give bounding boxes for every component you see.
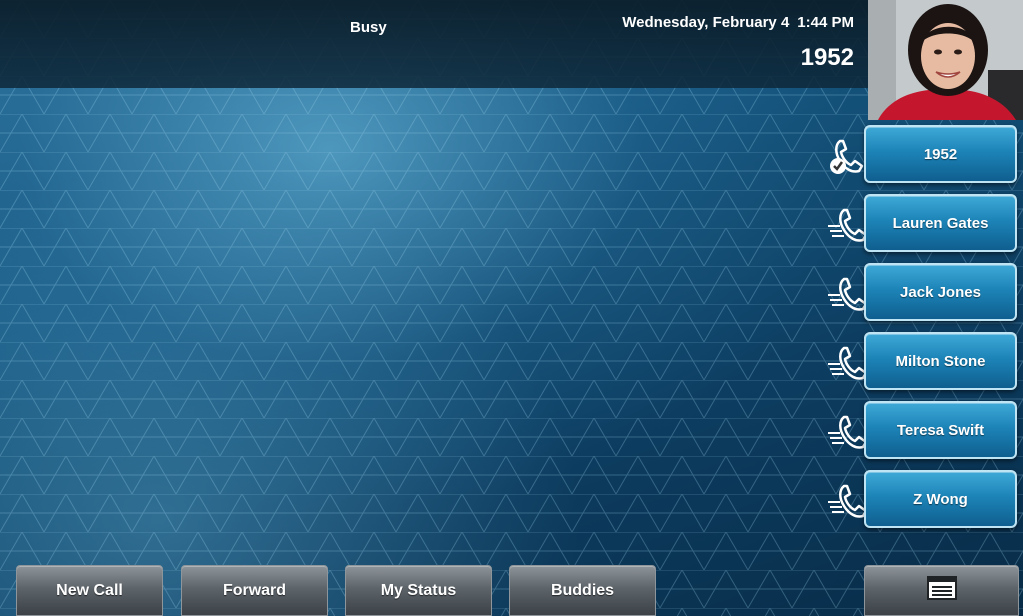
line-key-button[interactable]: 1952 <box>864 125 1017 183</box>
phone-speed-dial-icon <box>826 342 868 382</box>
date-label: Wednesday, February 4 <box>622 14 790 31</box>
phone-speed-dial-icon <box>826 204 868 244</box>
line-key-milton-stone[interactable]: Milton Stone <box>822 330 1023 392</box>
menu-button[interactable] <box>864 565 1019 616</box>
date-time: Wednesday, February 4 1:44 PM <box>622 14 854 31</box>
line-key-button[interactable]: Z Wong <box>864 470 1017 528</box>
menu-list-icon <box>926 576 957 605</box>
line-key-z-wong[interactable]: Z Wong <box>822 468 1023 530</box>
new-call-button[interactable]: New Call <box>16 565 163 616</box>
line-key-button[interactable]: Jack Jones <box>864 263 1017 321</box>
line-key-button[interactable]: Teresa Swift <box>864 401 1017 459</box>
contact-video-feed <box>868 0 1023 120</box>
my-status-button[interactable]: My Status <box>345 565 492 616</box>
phone-speed-dial-icon <box>826 273 868 313</box>
contact-portrait <box>868 0 1023 120</box>
line-key-teresa-swift[interactable]: Teresa Swift <box>822 399 1023 461</box>
line-key-button[interactable]: Milton Stone <box>864 332 1017 390</box>
extension-number: 1952 <box>800 44 854 71</box>
line-key-button[interactable]: Lauren Gates <box>864 194 1017 252</box>
buddies-button[interactable]: Buddies <box>509 565 656 616</box>
phone-speed-dial-icon <box>826 411 868 451</box>
status-bar: Busy Wednesday, February 4 1:44 PM 1952 <box>0 0 868 88</box>
phone-home-screen: Busy Wednesday, February 4 1:44 PM 1952 <box>0 0 1023 616</box>
phone-speed-dial-icon <box>826 480 868 520</box>
line-key-jack-jones[interactable]: Jack Jones <box>822 261 1023 323</box>
line-key-1952[interactable]: 1952 <box>822 123 1023 185</box>
time-label: 1:44 PM <box>797 14 854 31</box>
line-key-lauren-gates[interactable]: Lauren Gates <box>822 192 1023 254</box>
phone-registered-icon <box>826 135 868 175</box>
forward-button[interactable]: Forward <box>181 565 328 616</box>
presence-status: Busy <box>350 19 387 36</box>
